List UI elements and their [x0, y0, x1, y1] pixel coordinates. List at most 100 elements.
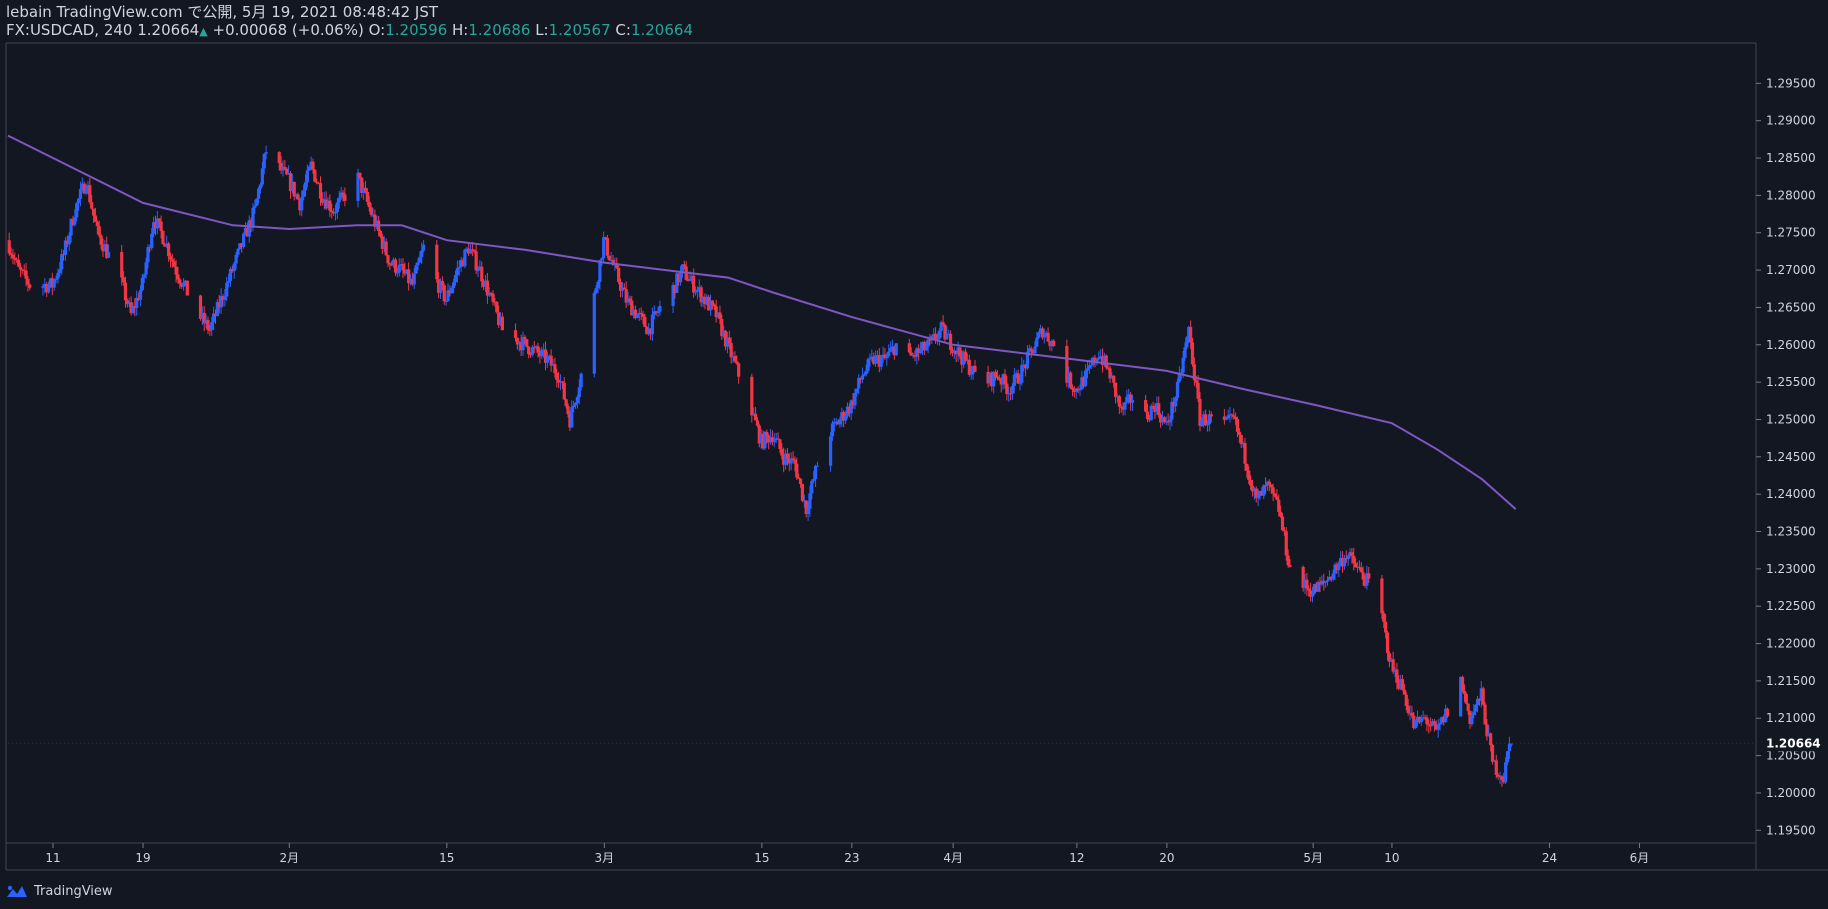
candle-body: [1507, 743, 1512, 752]
candle-body: [24, 270, 28, 279]
candle-body: [378, 231, 383, 237]
candle-body: [750, 376, 754, 416]
candle-body: [800, 483, 805, 501]
candle-body: [305, 170, 309, 183]
candle-body: [753, 413, 758, 421]
candle-body: [258, 184, 263, 189]
candle-body: [1481, 688, 1485, 705]
candle-body: [628, 298, 632, 301]
candle-body: [73, 217, 77, 225]
candle-body: [596, 281, 600, 289]
candle-body: [737, 363, 741, 377]
time-tick-label: 23: [844, 851, 859, 865]
candle-body: [607, 255, 611, 261]
candle-body: [91, 208, 96, 216]
time-axis[interactable]: 11 19 2月 15 3月 15 23 4月 12 20 5月 10 24 6月: [45, 843, 1649, 865]
candlestick-chart[interactable]: 1.195001.200001.205001.210001.215001.220…: [0, 0, 1828, 909]
candle-body: [815, 465, 820, 467]
candle-body: [843, 415, 848, 421]
candles[interactable]: [7, 145, 1513, 787]
candle-body: [1069, 372, 1073, 388]
candle-body: [491, 293, 495, 302]
candle-body: [1104, 355, 1108, 368]
candle-body: [1003, 374, 1007, 384]
candle-body: [1149, 405, 1153, 421]
candle-body: [868, 358, 872, 360]
candle-body: [963, 351, 968, 361]
candle-body: [236, 248, 240, 255]
candle-body: [1204, 414, 1208, 426]
candle-body: [393, 259, 398, 273]
candle-body: [384, 241, 388, 256]
candle-body: [866, 359, 870, 371]
candle-body: [948, 333, 953, 350]
candle-body: [450, 288, 454, 294]
candle-body: [1307, 588, 1311, 591]
candle-body: [253, 205, 257, 208]
candle-body: [277, 152, 281, 163]
candle-body: [937, 330, 941, 339]
candle-body: [617, 267, 621, 282]
price-tick-label: 1.28000: [1766, 188, 1816, 202]
candle-body: [995, 376, 1000, 378]
candle-body: [798, 478, 803, 484]
candle-body: [1117, 396, 1121, 407]
candle-body: [536, 346, 540, 353]
candle-body: [1445, 708, 1450, 717]
candle-body: [168, 256, 173, 260]
candle-body: [1267, 481, 1271, 485]
candle-body: [1256, 495, 1260, 499]
candle-body: [733, 355, 737, 362]
candle-body: [1277, 499, 1281, 512]
price-axis[interactable]: 1.195001.200001.205001.210001.215001.220…: [1756, 76, 1816, 837]
candle-body: [1406, 706, 1410, 713]
candle-body: [206, 319, 210, 330]
candle-body: [182, 282, 186, 287]
candle-body: [452, 282, 456, 289]
candle-body: [924, 346, 928, 351]
candle-body: [480, 266, 484, 282]
candle-body: [121, 277, 126, 283]
candle-body: [9, 253, 13, 255]
candle-body: [120, 252, 124, 278]
candle-body: [729, 342, 733, 358]
candle-body: [18, 266, 23, 270]
candle-body: [386, 255, 390, 264]
time-tick-label: 20: [1159, 851, 1174, 865]
candle-body: [1224, 417, 1228, 420]
candle-body: [812, 479, 816, 481]
candle-body: [223, 296, 227, 300]
candle-body: [1235, 419, 1240, 432]
candle-body: [1354, 563, 1358, 568]
candle-body: [894, 343, 898, 356]
candle-body: [562, 382, 566, 400]
candle-body: [414, 265, 418, 274]
candle-body: [1280, 516, 1285, 531]
candle-body: [106, 252, 111, 258]
candle-body: [90, 202, 94, 209]
candle-body: [813, 465, 818, 480]
candle-body: [1404, 694, 1408, 707]
candle-body: [555, 373, 559, 380]
candle-body: [140, 277, 144, 291]
candle-body: [67, 235, 71, 245]
candle-body: [1460, 676, 1465, 691]
candle-body: [656, 311, 660, 313]
candle-body: [234, 254, 238, 264]
candle-body: [793, 459, 797, 464]
candle-body: [1470, 715, 1474, 724]
candle-body: [907, 343, 911, 353]
candle-body: [600, 258, 604, 261]
candle-body: [575, 397, 580, 404]
candle-body: [1070, 387, 1075, 390]
candle-body: [84, 188, 88, 194]
candle-body: [1288, 565, 1292, 567]
candle-body: [1145, 411, 1150, 420]
candle-body: [1350, 552, 1354, 556]
footer-brand[interactable]: TradingView: [6, 880, 113, 902]
candle-body: [76, 198, 81, 204]
candle-body: [1232, 415, 1236, 417]
candle-body: [1243, 443, 1247, 464]
candle-body: [1367, 573, 1371, 579]
candle-body: [1018, 382, 1022, 384]
